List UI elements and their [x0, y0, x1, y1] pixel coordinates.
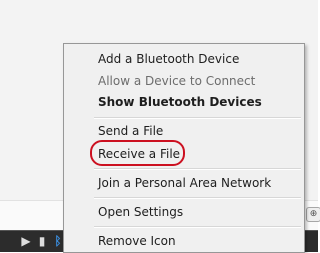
usb-icon[interactable]: ▮: [34, 233, 50, 249]
menu-item-receive-a-file[interactable]: Receive a File: [98, 144, 180, 164]
menu-item-open-settings[interactable]: Open Settings: [98, 202, 183, 222]
menu-item-remove-icon[interactable]: Remove Icon: [98, 231, 176, 251]
menu-item-join-personal-area-network[interactable]: Join a Personal Area Network: [98, 173, 271, 193]
bluetooth-context-menu: Add a Bluetooth Device Allow a Device to…: [63, 43, 305, 253]
menu-separator: [94, 226, 301, 228]
menu-separator: [94, 197, 301, 199]
menu-item-allow-device-to-connect: Allow a Device to Connect: [98, 74, 256, 88]
menu-separator: [94, 117, 301, 119]
menu-item-show-bluetooth-devices[interactable]: Show Bluetooth Devices: [98, 92, 262, 112]
menu-item-add-bluetooth-device[interactable]: Add a Bluetooth Device: [98, 49, 239, 69]
menu-item-send-a-file[interactable]: Send a File: [98, 121, 163, 141]
speaker-icon[interactable]: ▶: [18, 233, 34, 249]
menu-separator: [94, 168, 301, 170]
scroll-arrow-icon[interactable]: ⊕: [306, 207, 320, 222]
